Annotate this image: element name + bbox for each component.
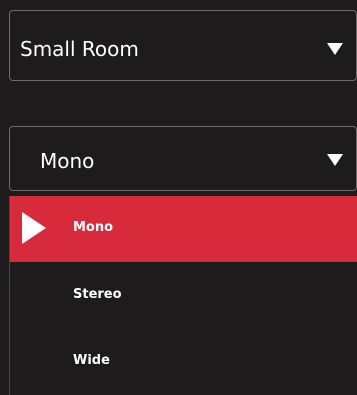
- room-type-dropdown[interactable]: Small Room: [9, 10, 357, 81]
- option-label: Mono: [73, 220, 114, 235]
- app-panel: Small Room Mono Mono Stereo Wide: [0, 0, 357, 395]
- option-label: Stereo: [73, 287, 122, 302]
- channel-mode-dropdown[interactable]: Mono: [9, 126, 357, 191]
- channel-mode-value: Mono: [40, 149, 95, 173]
- chevron-down-icon: [327, 43, 343, 55]
- room-type-value: Small Room: [20, 37, 139, 61]
- option-label: Wide: [73, 353, 110, 368]
- option-wide[interactable]: Wide: [10, 329, 357, 395]
- option-mono[interactable]: Mono: [10, 196, 357, 262]
- channel-mode-options-list: Mono Stereo Wide: [9, 196, 357, 395]
- option-stereo[interactable]: Stereo: [10, 263, 357, 329]
- chevron-down-icon: [327, 154, 343, 166]
- play-icon: [22, 212, 46, 244]
